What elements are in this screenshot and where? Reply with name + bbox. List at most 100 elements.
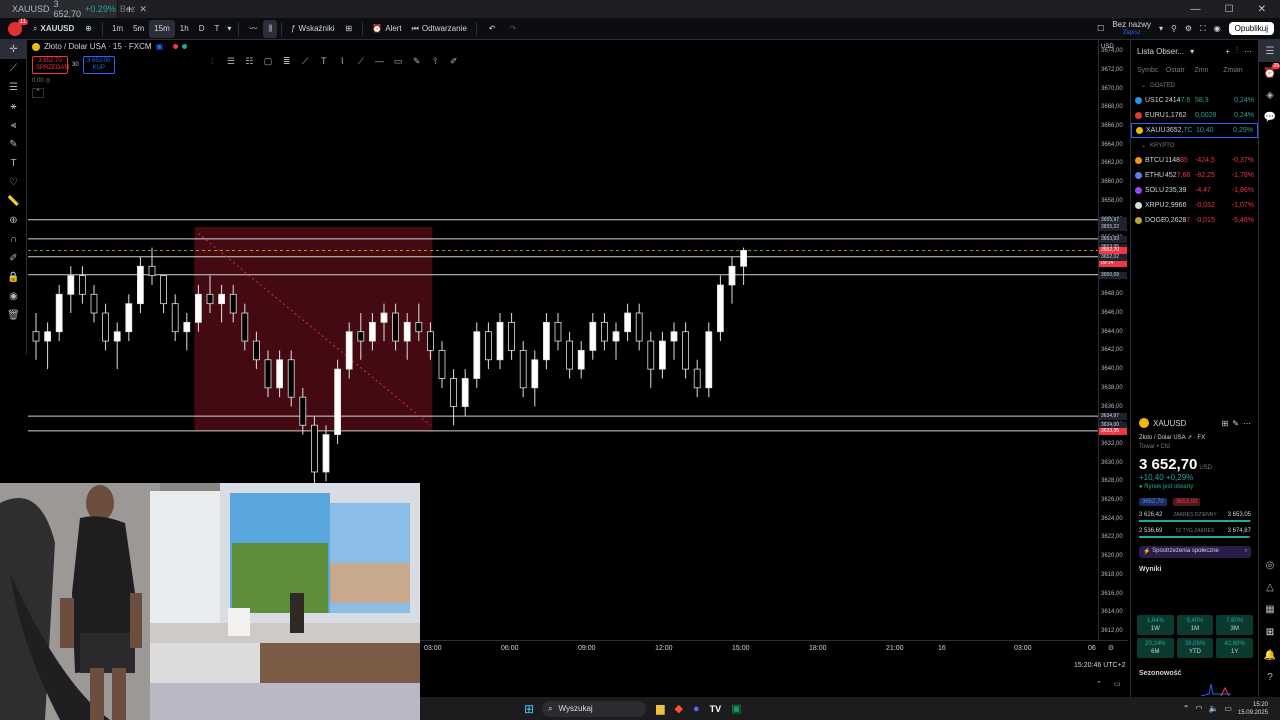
alerts-icon[interactable]: ⏰ 29 (1259, 62, 1280, 84)
fib-tool-icon[interactable]: ☰ (223, 56, 240, 67)
ask-price[interactable]: 3653,00 (1172, 498, 1201, 506)
watchlist-icon[interactable]: ☰ (1259, 40, 1280, 62)
replay-button[interactable]: ⏮ Odtwarzanie (407, 20, 472, 38)
bookmark-icon[interactable]: ▣ (156, 42, 164, 51)
perf-cell-1w[interactable]: 1,64% 1W (1137, 615, 1174, 635)
watchlist-row[interactable]: DOGE 0,26287 -0,015 -5,46% (1131, 213, 1258, 228)
lines-tool-icon[interactable]: ≣ (278, 56, 295, 67)
tv-logo-icon[interactable]: 11 (8, 18, 28, 36)
tray-chevron-icon[interactable]: ⌃ (1183, 704, 1190, 713)
time-axis[interactable]: 03:00 06:00 09:00 12:00 15:00 18:00 21:00 16 03:… (420, 640, 1128, 656)
trendline-icon[interactable]: ⟋ (0, 59, 27, 78)
bell-icon[interactable]: 🔔 (1259, 644, 1280, 666)
templates-icon[interactable]: ⊞ (340, 24, 359, 33)
details-grid-icon[interactable]: ⊞ (1222, 419, 1229, 428)
chart-type-icon[interactable]: 〰 (243, 23, 263, 34)
bar-style-icon[interactable]: ⫼ (263, 19, 278, 38)
text-tool-icon[interactable]: T (315, 56, 332, 66)
hline-tool-icon[interactable]: — (371, 56, 388, 66)
perf-cell-6m[interactable]: 20,24% 6M (1137, 638, 1174, 658)
brave-icon[interactable]: ◆ (675, 702, 683, 715)
watchlist-row[interactable]: BTCU 114885 -424,5 -0,37% (1131, 153, 1258, 168)
channel-tool-icon[interactable]: ☷ (241, 56, 258, 67)
watchlist-dropdown-icon[interactable]: ▾ (1190, 47, 1194, 56)
calendar-icon[interactable]: ▦ (1259, 598, 1280, 620)
col-change-pct[interactable]: Zmian (1223, 67, 1252, 74)
details-edit-icon[interactable]: ✎ (1232, 419, 1239, 428)
favorite-icon[interactable]: ♡ (0, 173, 27, 192)
eraser-tool-icon[interactable]: ✐ (446, 56, 463, 67)
watchlist-row[interactable]: XRPU 2,9966 -0,032 -1,07% (1131, 198, 1258, 213)
advanced-view-icon[interactable]: ⫶ (1236, 46, 1238, 56)
interval-1m[interactable]: 1m (107, 20, 128, 38)
watchlist-section-krypto[interactable]: ⌄ KRYPTO (1131, 138, 1258, 153)
settings-icon[interactable]: ⚙ (1185, 24, 1192, 33)
target-icon[interactable]: ◎ (1259, 554, 1280, 576)
compare-icon[interactable]: ⊕ (79, 24, 98, 33)
watchlist-row[interactable]: XAUU 3652,7C 10,40 0,29% (1131, 123, 1258, 138)
perf-cell-ytd[interactable]: 39,06% YTD (1176, 638, 1214, 658)
watchlist-section-goated[interactable]: ⌄ GOATED (1131, 78, 1258, 93)
highlighter-tool-icon[interactable]: ✎ (408, 56, 425, 67)
undo-icon[interactable]: ↶ (481, 24, 504, 33)
maximize-icon[interactable]: ☐ (1225, 4, 1234, 15)
cursor-icon[interactable]: ✛ (0, 40, 27, 59)
layout-checkbox-icon[interactable]: ☐ (1097, 24, 1104, 33)
brush-tool-icon[interactable]: ⟋ (353, 56, 370, 67)
buy-button[interactable]: 3 653,00 KUP (82, 56, 115, 74)
interval-1h[interactable]: 1h (175, 20, 194, 38)
stay-drawing-icon[interactable]: ✐ (0, 249, 27, 268)
price-axis[interactable]: USD 3674,00 3672,00 3670,00 3668,00 3666,00 3… (1098, 40, 1129, 640)
tradingview-app-icon[interactable]: TV (710, 704, 722, 714)
alert-button[interactable]: ⏰ Alert (367, 20, 406, 38)
help-icon[interactable]: ? (1259, 666, 1280, 688)
watchlist-more-icon[interactable]: ⋯ (1244, 47, 1252, 56)
maximize-panel-icon[interactable]: ▭ (1114, 680, 1121, 688)
add-symbol-icon[interactable]: + (1225, 47, 1230, 56)
lock-icon[interactable]: 🔒 (0, 268, 27, 287)
volume-icon[interactable]: 🔈 (1208, 704, 1218, 713)
file-explorer-icon[interactable]: ▆ (656, 702, 664, 715)
taskbar-search[interactable]: ⌕ Wyszukaj (542, 700, 647, 717)
drag-handle-icon[interactable]: ⁞ (204, 56, 221, 66)
close-window-icon[interactable]: ✕ (1258, 4, 1266, 15)
quick-search-icon[interactable]: ⚲ (1171, 24, 1177, 33)
magnet-icon[interactable]: ∩ (0, 230, 27, 249)
triangle-icon[interactable]: △ (1259, 576, 1280, 598)
watchlist-row[interactable]: SOLU 235,39 -4,47 -1,86% (1131, 183, 1258, 198)
minimize-icon[interactable]: — (1191, 4, 1201, 15)
ray-tool-icon[interactable]: ⟋ (297, 56, 314, 67)
layers-icon[interactable]: ◈ (1259, 84, 1280, 106)
collapse-legend-icon[interactable]: ⌃ (32, 88, 44, 98)
trash-icon[interactable]: 🗑 (0, 306, 27, 325)
visibility-icon[interactable]: ◉ (0, 287, 27, 306)
watchlist-title[interactable]: Lista Obser... (1137, 47, 1184, 56)
details-name[interactable]: Złoto / Dolar USA (1139, 435, 1185, 441)
rectangle-tool-icon[interactable]: ▢ (260, 56, 277, 67)
snapshot-icon[interactable]: ◉ (1214, 24, 1221, 33)
battery-icon[interactable]: ▭ (1224, 704, 1232, 713)
fullscreen-icon[interactable]: ⛶ (1200, 24, 1206, 34)
system-clock[interactable]: 15:20 15.09.2025 (1238, 701, 1268, 717)
interval-dropdown-icon[interactable]: ▾ (224, 24, 234, 33)
forecast-icon[interactable]: ⫷ (0, 116, 27, 135)
apps-icon[interactable]: ⊞ (1259, 621, 1280, 643)
collapse-panel-icon[interactable]: ⌃ (1096, 680, 1102, 688)
bid-price[interactable]: 3652,70 (1139, 498, 1167, 506)
windows-start-icon[interactable]: ⊞ (524, 702, 534, 716)
eye-icon[interactable]: ◎ (45, 78, 50, 84)
terminal-app-icon[interactable]: ▣ (731, 702, 741, 715)
layout-name-button[interactable]: Bez nazwy Zapisz (1112, 20, 1151, 37)
brush-icon[interactable]: ✎ (0, 135, 27, 154)
col-symbol[interactable]: Symbc (1137, 67, 1166, 74)
text-icon[interactable]: T (0, 154, 27, 173)
social-insights-button[interactable]: ⚡ Spostrzeżenia społeczne › (1139, 546, 1251, 558)
interval-5m[interactable]: 5m (128, 20, 149, 38)
tab-close-icon[interactable]: ✕ (139, 4, 147, 15)
interval-D[interactable]: D (194, 20, 210, 38)
col-last[interactable]: Ostatr (1166, 67, 1195, 74)
ruler-icon[interactable]: 📏 (0, 192, 27, 211)
vline-tool-icon[interactable]: ⫯ (427, 56, 444, 67)
discord-icon[interactable]: ● (693, 703, 700, 715)
publish-button[interactable]: Opublikuj (1228, 22, 1274, 35)
